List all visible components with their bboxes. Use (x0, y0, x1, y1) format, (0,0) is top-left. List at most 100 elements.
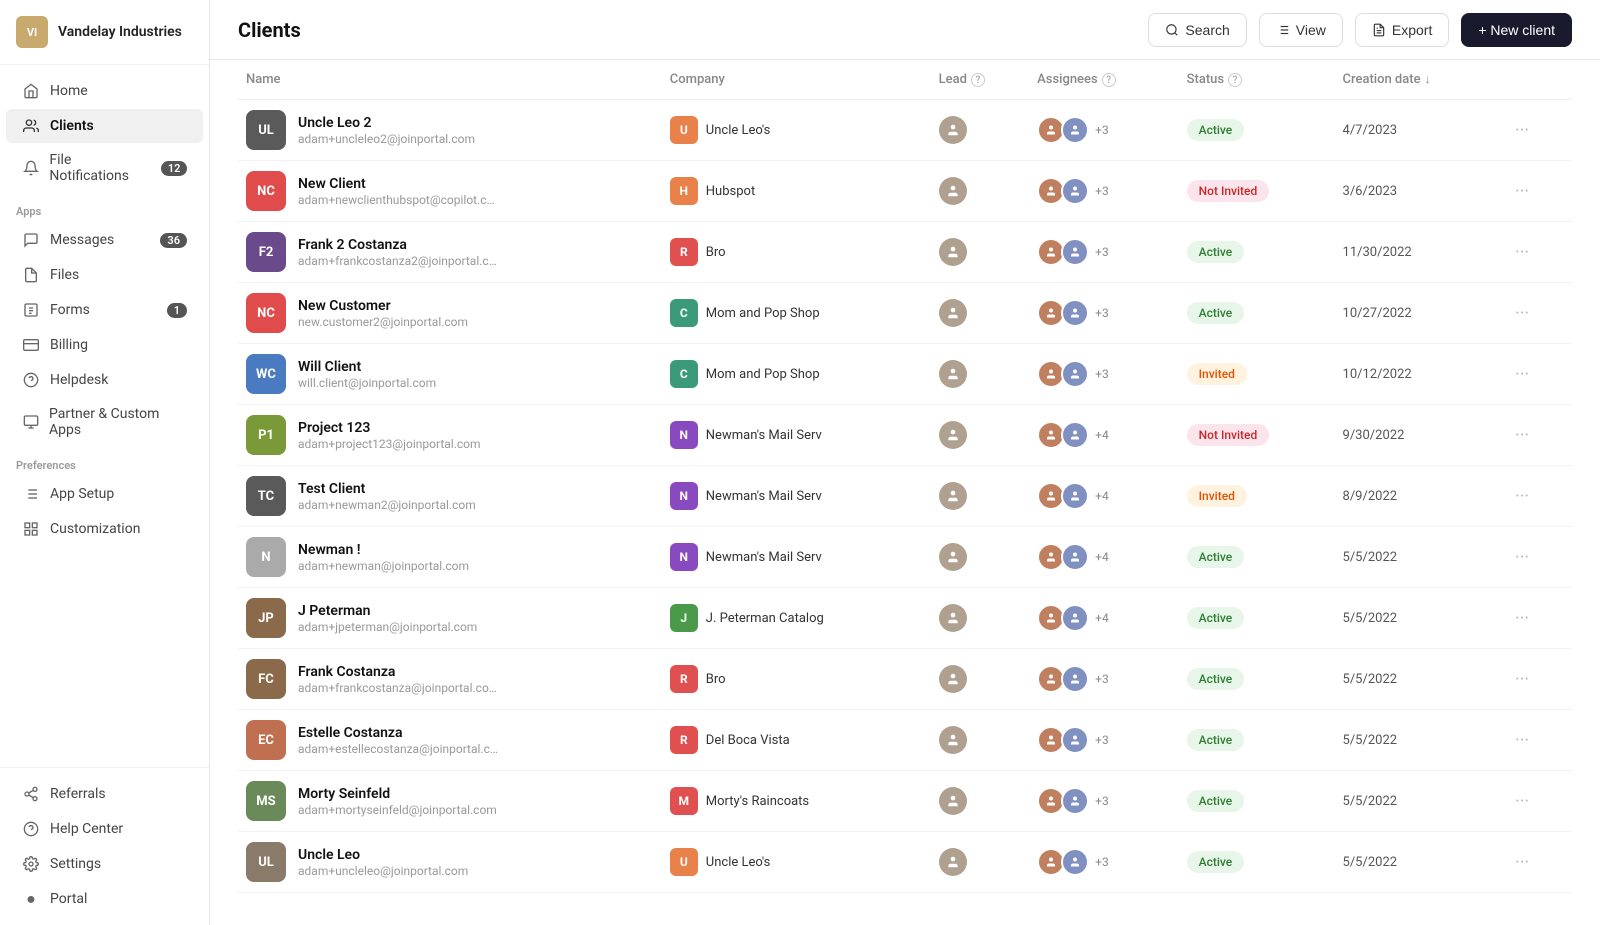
assignee-avatar (1061, 482, 1089, 510)
client-email: adam+project123@joinportal.com (298, 437, 481, 451)
sidebar-item-portal[interactable]: ● Portal (6, 882, 203, 916)
status-cell: Active (1179, 588, 1335, 649)
assignees-help-icon[interactable]: ? (1102, 73, 1116, 87)
company-cell: M Morty's Raincoats (670, 787, 923, 815)
actions-cell: ··· (1499, 649, 1572, 710)
company-logo: U (670, 848, 698, 876)
status-help-icon[interactable]: ? (1228, 73, 1242, 87)
company-cell: R Bro (670, 665, 923, 693)
assignees-more: +3 (1095, 184, 1109, 198)
client-avatar: UL (246, 110, 286, 150)
sidebar-item-partner-apps[interactable]: Partner & Custom Apps (6, 398, 203, 446)
actions-cell: ··· (1499, 283, 1572, 344)
lead-avatar (939, 665, 967, 693)
sidebar-item-label: Help Center (50, 821, 123, 837)
sidebar-item-settings[interactable]: Settings (6, 847, 203, 881)
lead-cell-td (931, 588, 1030, 649)
company-logo: N (670, 482, 698, 510)
client-cell: MS Morty Seinfeld adam+mortyseinfeld@joi… (246, 781, 654, 821)
assignees-cell: +3 (1037, 665, 1171, 693)
org-logo[interactable]: VI Vandelay Industries (0, 0, 209, 65)
message-icon (22, 231, 40, 249)
more-options-button[interactable]: ··· (1507, 421, 1537, 450)
search-button[interactable]: Search (1148, 13, 1246, 47)
client-info: Morty Seinfeld adam+mortyseinfeld@joinpo… (298, 786, 497, 817)
client-name: Frank 2 Costanza (298, 237, 498, 253)
settings-icon (22, 855, 40, 873)
more-options-button[interactable]: ··· (1507, 482, 1537, 511)
client-cell: WC Will Client will.client@joinportal.co… (246, 354, 654, 394)
sidebar-item-referrals[interactable]: Referrals (6, 777, 203, 811)
view-button[interactable]: View (1259, 13, 1343, 47)
more-options-button[interactable]: ··· (1507, 848, 1537, 877)
table-row: NC New Customer new.customer2@joinportal… (238, 283, 1572, 344)
assignee-avatar (1061, 116, 1089, 144)
assignees-cell: +3 (1037, 848, 1171, 876)
more-options-button[interactable]: ··· (1507, 726, 1537, 755)
client-name: Newman ! (298, 542, 469, 558)
client-avatar: MS (246, 781, 286, 821)
client-name: Estelle Costanza (298, 725, 498, 741)
more-options-button[interactable]: ··· (1507, 360, 1537, 389)
date-cell: 5/5/2022 (1335, 527, 1500, 588)
sidebar-item-files[interactable]: Files (6, 258, 203, 292)
sidebar-item-billing[interactable]: Billing (6, 328, 203, 362)
assignees-cell-td: +3 (1029, 710, 1179, 771)
assignees-cell: +3 (1037, 726, 1171, 754)
lead-help-icon[interactable]: ? (971, 73, 985, 87)
client-info: Uncle Leo adam+uncleleo@joinportal.com (298, 847, 468, 878)
setup-icon (22, 485, 40, 503)
client-info: New Client adam+newclienthubspot@copilot… (298, 176, 498, 207)
more-options-button[interactable]: ··· (1507, 238, 1537, 267)
sidebar-item-help-center[interactable]: Help Center (6, 812, 203, 846)
lead-cell (939, 299, 1022, 327)
client-name-cell: UL Uncle Leo adam+uncleleo@joinportal.co… (238, 832, 662, 893)
sidebar-item-clients[interactable]: Clients (6, 109, 203, 143)
more-options-button[interactable]: ··· (1507, 665, 1537, 694)
sidebar-item-customization[interactable]: Customization (6, 512, 203, 546)
more-options-button[interactable]: ··· (1507, 299, 1537, 328)
lead-cell (939, 177, 1022, 205)
client-cell: UL Uncle Leo adam+uncleleo@joinportal.co… (246, 842, 654, 882)
sidebar-item-helpdesk[interactable]: Helpdesk (6, 363, 203, 397)
org-avatar: VI (16, 16, 48, 48)
status-badge: Invited (1187, 485, 1247, 507)
assignee-avatar (1061, 665, 1089, 693)
sidebar-item-app-setup[interactable]: App Setup (6, 477, 203, 511)
lead-cell-td (931, 710, 1030, 771)
view-label: View (1296, 22, 1326, 38)
assignee-avatar (1061, 543, 1089, 571)
client-cell: NC New Customer new.customer2@joinportal… (246, 293, 654, 333)
sidebar-item-label: Billing (50, 337, 88, 353)
messages-badge: 36 (160, 233, 187, 248)
assignees-cell: +4 (1037, 482, 1171, 510)
lead-cell-td (931, 832, 1030, 893)
export-button[interactable]: Export (1355, 13, 1449, 47)
sidebar-item-messages[interactable]: Messages 36 (6, 223, 203, 257)
lead-avatar (939, 543, 967, 571)
status-badge: Active (1187, 790, 1245, 812)
more-options-button[interactable]: ··· (1507, 787, 1537, 816)
new-client-button[interactable]: + New client (1461, 13, 1572, 47)
forms-badge: 1 (167, 303, 187, 318)
table-row: UL Uncle Leo 2 adam+uncleleo2@joinportal… (238, 100, 1572, 161)
more-options-button[interactable]: ··· (1507, 604, 1537, 633)
sidebar-item-forms[interactable]: Forms 1 (6, 293, 203, 327)
assignees-more: +3 (1095, 733, 1109, 747)
view-icon (1276, 23, 1290, 37)
more-options-button[interactable]: ··· (1507, 177, 1537, 206)
status-badge: Active (1187, 729, 1245, 751)
assignees-cell: +3 (1037, 360, 1171, 388)
sidebar-item-file-notifications[interactable]: File Notifications 12 (6, 144, 203, 192)
more-options-button[interactable]: ··· (1507, 543, 1537, 572)
main-content: Clients Search View Export + New client … (210, 0, 1600, 925)
col-creation-date[interactable]: Creation date↓ (1335, 60, 1500, 100)
lead-cell (939, 238, 1022, 266)
client-avatar: FC (246, 659, 286, 699)
sidebar-item-home[interactable]: Home (6, 74, 203, 108)
client-cell: EC Estelle Costanza adam+estellecostanza… (246, 720, 654, 760)
company-cell: N Newman's Mail Serv (670, 482, 923, 510)
more-options-button[interactable]: ··· (1507, 116, 1537, 145)
status-cell: Not Invited (1179, 161, 1335, 222)
client-name: Frank Costanza (298, 664, 498, 680)
